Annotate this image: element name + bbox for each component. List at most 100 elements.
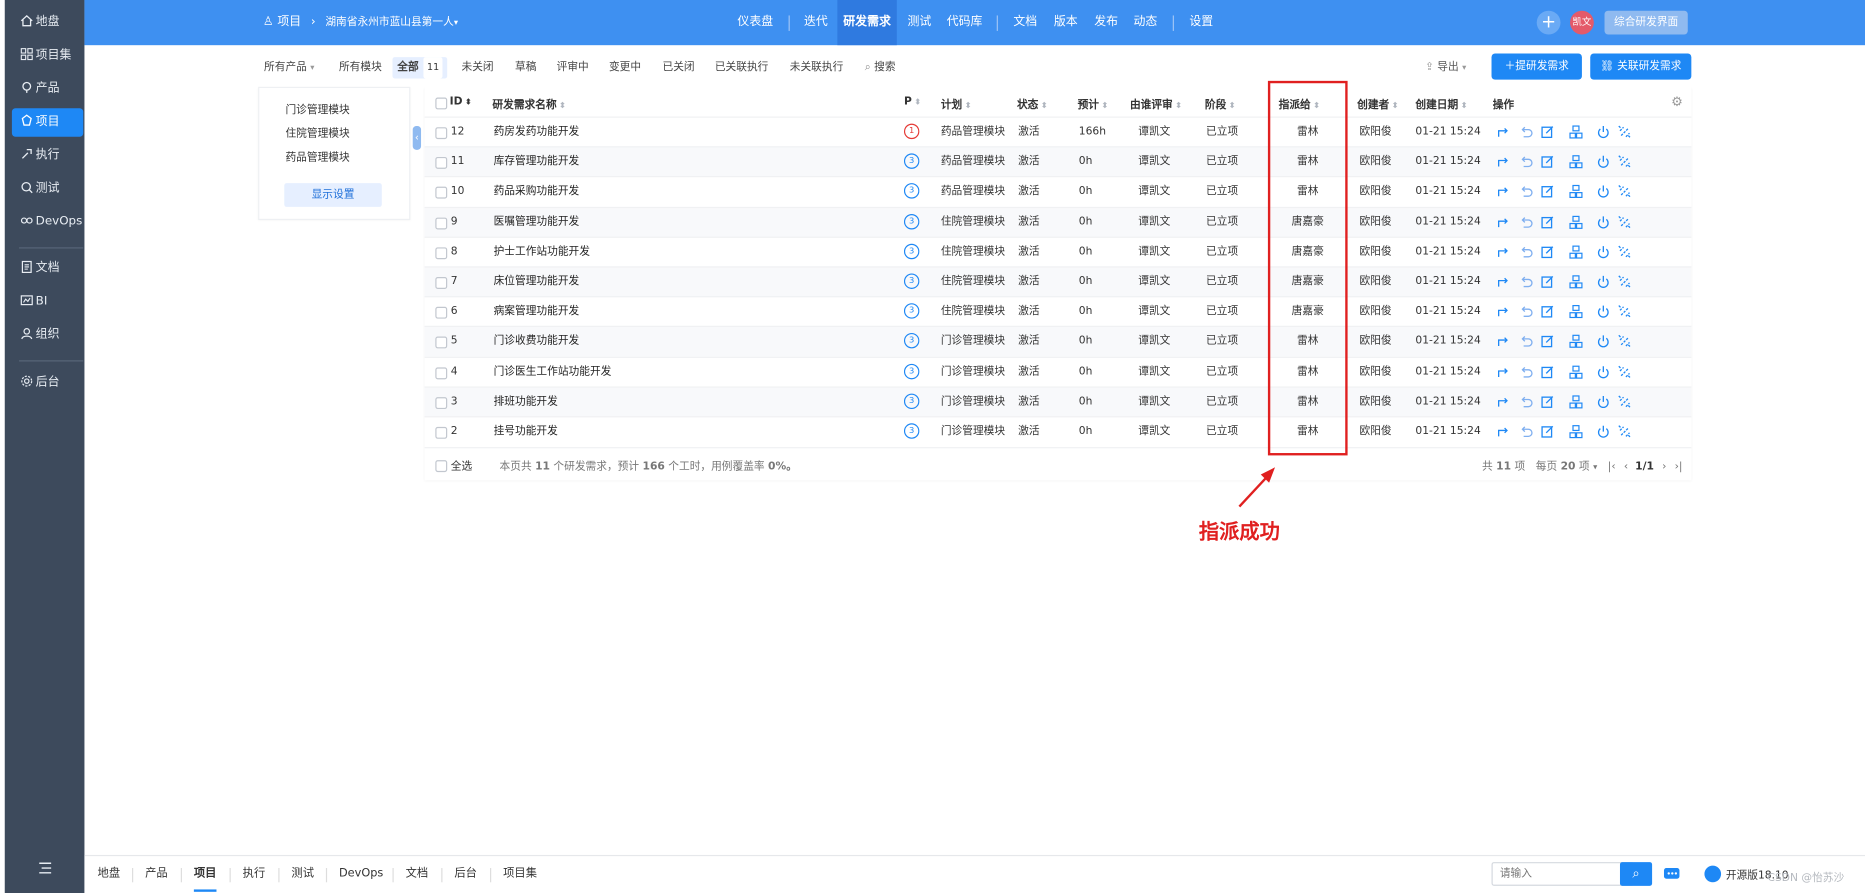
batch-create-icon[interactable] bbox=[1569, 125, 1583, 139]
col-plan[interactable]: 计划 ⬍ bbox=[941, 96, 972, 112]
batch-create-icon[interactable] bbox=[1569, 245, 1583, 259]
global-search-input[interactable] bbox=[1491, 862, 1635, 886]
edit-icon[interactable] bbox=[1540, 305, 1554, 319]
nav-dashboard[interactable]: 仪表盘 bbox=[737, 0, 773, 45]
breadcrumb[interactable]: ♙ 项目 › 湖南省永州市蓝山县第一人▾ bbox=[263, 0, 458, 45]
close-power-icon[interactable] bbox=[1596, 395, 1610, 409]
close-power-icon[interactable] bbox=[1596, 245, 1610, 259]
user-avatar[interactable]: 凯文 bbox=[1570, 10, 1594, 35]
module-item[interactable]: 药品管理模块 bbox=[285, 149, 349, 164]
tab-reviewing[interactable]: 评审中 bbox=[557, 57, 589, 78]
tab-draft[interactable]: 草稿 bbox=[515, 57, 536, 78]
close-power-icon[interactable] bbox=[1596, 365, 1610, 379]
bottom-nav-dashboard[interactable]: 地盘 bbox=[98, 856, 121, 892]
change-icon[interactable] bbox=[1496, 155, 1510, 169]
change-icon[interactable] bbox=[1496, 185, 1510, 199]
row-checkbox[interactable] bbox=[435, 426, 448, 439]
row-checkbox[interactable] bbox=[435, 336, 448, 349]
edit-icon[interactable] bbox=[1540, 395, 1554, 409]
unlink-icon[interactable] bbox=[1618, 365, 1632, 379]
col-creator[interactable]: 创建者 ⬍ bbox=[1357, 96, 1398, 112]
first-page-icon[interactable]: |‹ bbox=[1608, 461, 1616, 473]
row-checkbox[interactable] bbox=[435, 307, 448, 319]
row-plan[interactable]: 住院管理模块 bbox=[941, 208, 1009, 238]
row-checkbox[interactable] bbox=[435, 396, 448, 409]
edit-icon[interactable] bbox=[1540, 365, 1554, 379]
select-all-checkbox[interactable] bbox=[435, 460, 448, 473]
undo-icon[interactable] bbox=[1519, 335, 1533, 349]
row-plan[interactable]: 门诊管理模块 bbox=[941, 387, 1009, 417]
undo-icon[interactable] bbox=[1519, 305, 1533, 319]
bottom-nav-project[interactable]: 项目 bbox=[193, 856, 217, 892]
next-page-icon[interactable]: › bbox=[1662, 461, 1666, 473]
undo-icon[interactable] bbox=[1519, 155, 1533, 169]
row-title-link[interactable]: 库存管理功能开发 bbox=[494, 148, 580, 178]
project-switcher[interactable]: 湖南省永州市蓝山县第一人 bbox=[325, 0, 453, 45]
batch-create-icon[interactable] bbox=[1569, 275, 1583, 289]
row-plan[interactable]: 门诊管理模块 bbox=[941, 327, 1009, 357]
nav-requirements[interactable]: 研发需求 bbox=[837, 0, 897, 46]
nav-iteration[interactable]: 迭代 bbox=[804, 0, 828, 45]
col-id[interactable]: ID ⬍ bbox=[450, 96, 472, 108]
change-icon[interactable] bbox=[1496, 245, 1510, 259]
unlink-icon[interactable] bbox=[1618, 215, 1632, 229]
col-status[interactable]: 状态 ⬍ bbox=[1017, 96, 1048, 112]
batch-create-icon[interactable] bbox=[1569, 215, 1583, 229]
close-power-icon[interactable] bbox=[1596, 425, 1610, 439]
unlink-icon[interactable] bbox=[1618, 155, 1632, 169]
undo-icon[interactable] bbox=[1519, 215, 1533, 229]
bottom-nav-programs[interactable]: 项目集 bbox=[503, 856, 537, 892]
search-toggle[interactable]: ⌕ 搜索 bbox=[865, 57, 896, 78]
table-row[interactable]: 12 药房发药功能开发 1 药品管理模块 激活 166h 谭凯文 已立项 雷林 … bbox=[424, 116, 1692, 148]
row-title-link[interactable]: 门诊收费功能开发 bbox=[494, 327, 580, 357]
row-title-link[interactable]: 门诊医生工作站功能开发 bbox=[494, 357, 612, 387]
nav-repo[interactable]: 代码库 bbox=[947, 0, 983, 45]
edit-icon[interactable] bbox=[1540, 275, 1554, 289]
bottom-nav-execution[interactable]: 执行 bbox=[243, 856, 266, 892]
nav-activity[interactable]: 动态 bbox=[1134, 0, 1158, 45]
bottom-nav-devops[interactable]: DevOps bbox=[339, 856, 383, 892]
change-icon[interactable] bbox=[1496, 395, 1510, 409]
table-row[interactable]: 7 床位管理功能开发 3 住院管理模块 激活 0h 谭凯文 已立项 唐嘉豪 欧阳… bbox=[424, 266, 1692, 298]
table-row[interactable]: 11 库存管理功能开发 3 药品管理模块 激活 0h 谭凯文 已立项 雷林 欧阳… bbox=[424, 146, 1692, 178]
row-title-link[interactable]: 挂号功能开发 bbox=[494, 417, 558, 447]
table-row[interactable]: 3 排班功能开发 3 门诊管理模块 激活 0h 谭凯文 已立项 雷林 欧阳俊 0… bbox=[424, 386, 1692, 418]
row-plan[interactable]: 住院管理模块 bbox=[941, 297, 1009, 327]
row-title-link[interactable]: 病案管理功能开发 bbox=[494, 297, 580, 327]
product-filter[interactable]: 所有产品 ▾ bbox=[264, 57, 314, 78]
row-title-link[interactable]: 药房发药功能开发 bbox=[494, 118, 580, 148]
col-priority[interactable]: P ⬍ bbox=[904, 96, 921, 108]
close-power-icon[interactable] bbox=[1596, 185, 1610, 199]
row-checkbox[interactable] bbox=[435, 247, 448, 259]
tab-open[interactable]: 未关闭 bbox=[461, 57, 493, 78]
close-power-icon[interactable] bbox=[1596, 275, 1610, 289]
close-power-icon[interactable] bbox=[1596, 215, 1610, 229]
sidebar-item-product[interactable]: 产品 bbox=[12, 75, 83, 104]
batch-create-icon[interactable] bbox=[1569, 305, 1583, 319]
row-checkbox[interactable] bbox=[435, 157, 448, 170]
row-plan[interactable]: 住院管理模块 bbox=[941, 268, 1009, 298]
sidebar-item-devops[interactable]: DevOps bbox=[12, 208, 83, 237]
bottom-nav-test[interactable]: 测试 bbox=[291, 856, 314, 892]
row-checkbox[interactable] bbox=[435, 217, 448, 230]
edit-icon[interactable] bbox=[1540, 335, 1554, 349]
unlink-icon[interactable] bbox=[1618, 335, 1632, 349]
undo-icon[interactable] bbox=[1519, 365, 1533, 379]
row-checkbox[interactable] bbox=[435, 187, 448, 200]
sidebar-item-dashboard[interactable]: 地盘 bbox=[12, 8, 83, 37]
close-power-icon[interactable] bbox=[1596, 125, 1610, 139]
change-icon[interactable] bbox=[1496, 335, 1510, 349]
tab-closed[interactable]: 已关闭 bbox=[663, 57, 695, 78]
row-checkbox[interactable] bbox=[435, 366, 448, 379]
column-settings-gear-icon[interactable]: ⚙ bbox=[1671, 94, 1683, 109]
sidebar-item-bi[interactable]: BI bbox=[12, 288, 83, 317]
nav-test[interactable]: 测试 bbox=[908, 0, 932, 45]
edit-icon[interactable] bbox=[1540, 215, 1554, 229]
batch-create-icon[interactable] bbox=[1569, 155, 1583, 169]
undo-icon[interactable] bbox=[1519, 275, 1533, 289]
sidebar-item-admin[interactable]: 后台 bbox=[12, 369, 83, 398]
edit-icon[interactable] bbox=[1540, 155, 1554, 169]
header-checkbox[interactable] bbox=[435, 97, 448, 110]
row-plan[interactable]: 门诊管理模块 bbox=[941, 417, 1009, 447]
row-plan[interactable]: 药品管理模块 bbox=[941, 178, 1009, 208]
